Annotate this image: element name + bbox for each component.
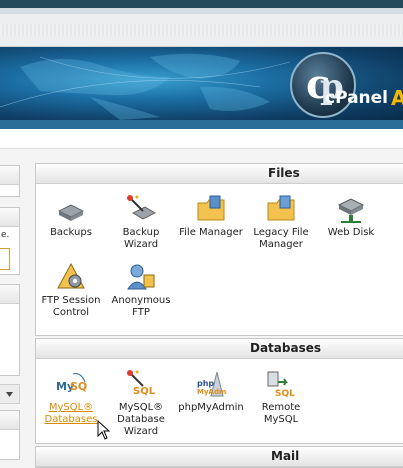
remote-mysql-icon: SQL <box>267 371 295 399</box>
mail-panel: Mail <box>35 446 403 468</box>
file-manager-label: File Manager <box>179 227 243 238</box>
legacy-file-manager-label: Legacy File Manager <box>253 227 309 250</box>
sidebar-box-1 <box>0 165 20 197</box>
toolbar-pattern <box>0 24 403 36</box>
remote-mysql-label: Remote MySQL <box>261 402 301 425</box>
banner-bottom <box>0 129 403 149</box>
mysql-databases-label: MySQL® Databases <box>44 402 98 425</box>
sidebar-input[interactable] <box>0 248 10 270</box>
top-bar <box>0 0 403 8</box>
backup-wizard-icon <box>127 195 156 220</box>
backups-icon <box>58 204 84 221</box>
files-title: Files <box>36 164 403 184</box>
sidebar-box-4 <box>0 410 20 460</box>
file-manager-link[interactable]: File Manager <box>178 193 244 239</box>
remote-mysql-link[interactable]: SQL Remote MySQL <box>248 368 314 426</box>
backup-wizard-link[interactable]: Backup Wizard <box>108 193 174 251</box>
svg-text:php: php <box>197 379 214 388</box>
svg-text:MyAdmin: MyAdmin <box>197 388 227 396</box>
backups-link[interactable]: Backups <box>38 193 104 239</box>
web-disk-link[interactable]: Web Disk <box>318 193 384 239</box>
legacy-file-manager-icon <box>267 195 295 221</box>
mysql-databases-link[interactable]: My SQL MySQL® Databases <box>38 368 104 426</box>
web-disk-label: Web Disk <box>327 227 375 238</box>
mysql-icon: My SQL <box>56 373 87 393</box>
phpmyadmin-label: phpMyAdmin <box>178 402 244 413</box>
ftp-session-control-link[interactable]: FTP Session Control <box>38 261 104 319</box>
mysql-wizard-icon: SQL <box>127 370 156 397</box>
ftp-session-icon <box>57 262 85 289</box>
legacy-file-manager-link[interactable]: Legacy File Manager <box>248 193 314 251</box>
sidebar-box-2: e. <box>0 207 20 275</box>
sidebar-text: e. <box>1 230 10 240</box>
svg-text:SQL: SQL <box>133 386 156 397</box>
ftp-session-label: FTP Session Control <box>41 295 101 318</box>
cpanel-logo-suffix: A <box>391 86 403 110</box>
phpmyadmin-icon: php MyAdmin <box>197 371 227 397</box>
databases-title: Databases <box>36 339 403 359</box>
phpmyadmin-link[interactable]: php MyAdmin phpMyAdmin <box>178 368 244 414</box>
backups-label: Backups <box>50 227 92 238</box>
mysql-wizard-label: MySQL® Database Wizard <box>117 402 165 437</box>
backup-wizard-label: Backup Wizard <box>122 227 160 250</box>
cpanel-logo-icon: c p <box>290 52 356 118</box>
cpanel-logo-text: cPanel <box>325 88 389 108</box>
mouse-cursor-icon <box>97 420 111 440</box>
mysql-database-wizard-link[interactable]: SQL MySQL® Database Wizard <box>108 368 174 438</box>
anonymous-ftp-link[interactable]: Anonymous FTP <box>108 261 174 319</box>
mail-title: Mail <box>36 447 403 467</box>
banner-strip <box>0 120 403 129</box>
file-manager-icon <box>197 195 225 221</box>
sidebar-box-3 <box>0 284 20 376</box>
anonymous-ftp-icon <box>127 264 155 290</box>
svg-text:SQL: SQL <box>275 389 295 399</box>
anonymous-ftp-label: Anonymous FTP <box>111 295 171 318</box>
sidebar-dropdown[interactable] <box>0 384 20 404</box>
web-disk-icon <box>337 198 365 223</box>
